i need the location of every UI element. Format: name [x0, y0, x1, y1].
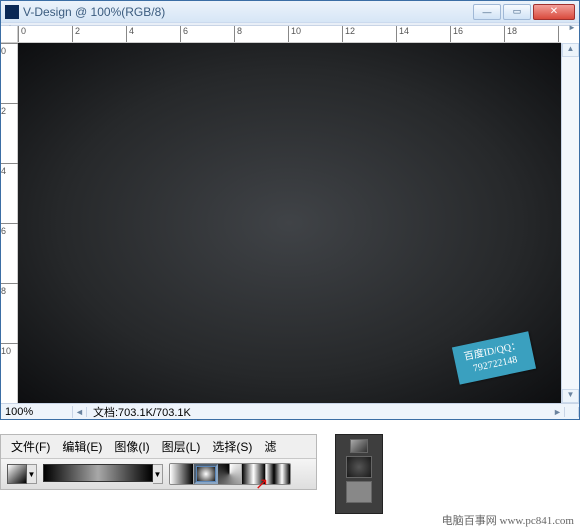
menu-item[interactable]: 选择(S): [208, 437, 256, 456]
scroll-left-icon[interactable]: ◄: [73, 407, 87, 417]
document-info: 文档:703.1K/703.1K: [87, 404, 197, 420]
gradient-radial-button[interactable]: [194, 464, 218, 484]
menubar: 文件(F)编辑(E)图像(I) 图层(L)选择(S)滤: [1, 435, 316, 459]
ruler-tick: 10: [288, 26, 301, 43]
scroll-down-icon[interactable]: ▼: [562, 389, 579, 403]
ruler-tick: 0: [1, 43, 18, 56]
ruler-tick: 4: [1, 163, 18, 176]
ruler-tick: 18: [504, 26, 517, 43]
scroll-up-icon[interactable]: ▲: [562, 43, 579, 57]
ruler-tick: 8: [234, 26, 242, 43]
layers-panel: [335, 434, 383, 514]
workspace: ◄ ► 0 2 4 6 8 10 12 14 16 18 20 0 2 4 6 8 10 百度ID/QQ： 79…: [1, 23, 579, 419]
ruler-tick: 8: [1, 283, 18, 296]
menu-item[interactable]: 图层(L): [158, 437, 205, 456]
ruler-tick: 6: [180, 26, 188, 43]
vertical-scrollbar[interactable]: ▲ ▼: [561, 43, 579, 403]
arrow-annotation-icon: ↗: [255, 474, 268, 494]
menu-item[interactable]: 文件(F): [7, 437, 54, 456]
swatch-dropdown-icon[interactable]: ▼: [27, 464, 37, 484]
maximize-button[interactable]: [503, 4, 531, 20]
layer-thumb[interactable]: [346, 481, 372, 503]
gradient-dropdown-icon[interactable]: ▼: [153, 464, 163, 484]
menu-item[interactable]: 滤: [260, 437, 280, 456]
app-window: V-Design @ 100%(RGB/8) ◄ ► 0 2 4 6 8 10 12 14 16 1…: [0, 0, 580, 420]
ruler-horizontal[interactable]: 0 2 4 6 8 10 12 14 16 18 20: [18, 26, 561, 43]
watermark-stamp: 百度ID/QQ： 792722148: [452, 331, 536, 384]
close-button[interactable]: [533, 4, 575, 20]
titlebar[interactable]: V-Design @ 100%(RGB/8): [1, 1, 579, 23]
zoom-level[interactable]: 100%: [1, 406, 73, 418]
gradient-swatch[interactable]: [7, 464, 27, 484]
gradient-type-group: [169, 463, 291, 485]
detail-panels: 文件(F)编辑(E)图像(I) 图层(L)选择(S)滤 ▼ ▼ ↗: [0, 434, 580, 514]
options-panel: 文件(F)编辑(E)图像(I) 图层(L)选择(S)滤 ▼ ▼ ↗: [0, 434, 317, 490]
ruler-tick: 0: [18, 26, 26, 43]
ruler-vertical[interactable]: 0 2 4 6 8 10: [1, 43, 18, 403]
canvas-viewport[interactable]: 百度ID/QQ： 792722148: [18, 43, 561, 403]
gradient-angle-button[interactable]: [218, 464, 242, 484]
layer-thumb-active[interactable]: [346, 456, 372, 478]
ruler-tick: 14: [396, 26, 409, 43]
menu-item[interactable]: 图像(I): [110, 437, 153, 456]
gradient-diamond-button[interactable]: [266, 464, 290, 484]
status-bar: 100% ◄ 文档:703.1K/703.1K ►: [1, 403, 579, 419]
minimize-button[interactable]: [473, 4, 501, 20]
ruler-tick: 2: [1, 103, 18, 116]
canvas[interactable]: 百度ID/QQ： 792722148: [18, 43, 561, 403]
ruler-tick: 12: [342, 26, 355, 43]
ruler-tick: 6: [1, 223, 18, 236]
ruler-tick: 20: [558, 26, 561, 43]
status-end-icon: [565, 407, 579, 417]
layer-thumb-small[interactable]: [350, 439, 368, 453]
ruler-tick: 2: [72, 26, 80, 43]
ruler-tick: 16: [450, 26, 463, 43]
window-buttons: [473, 4, 575, 20]
gradient-toolbar: ▼ ▼ ↗: [1, 459, 316, 489]
gradient-linear-button[interactable]: [170, 464, 194, 484]
menu-item[interactable]: 编辑(E): [58, 437, 106, 456]
scroll-track[interactable]: [562, 57, 579, 389]
scroll-right-icon[interactable]: ►: [551, 407, 565, 417]
app-icon: [5, 5, 19, 19]
window-title: V-Design @ 100%(RGB/8): [23, 5, 473, 19]
gradient-preview[interactable]: [43, 464, 153, 482]
ruler-tick: 10: [1, 343, 18, 356]
ruler-tick: 4: [126, 26, 134, 43]
ruler-corner[interactable]: [1, 26, 18, 43]
